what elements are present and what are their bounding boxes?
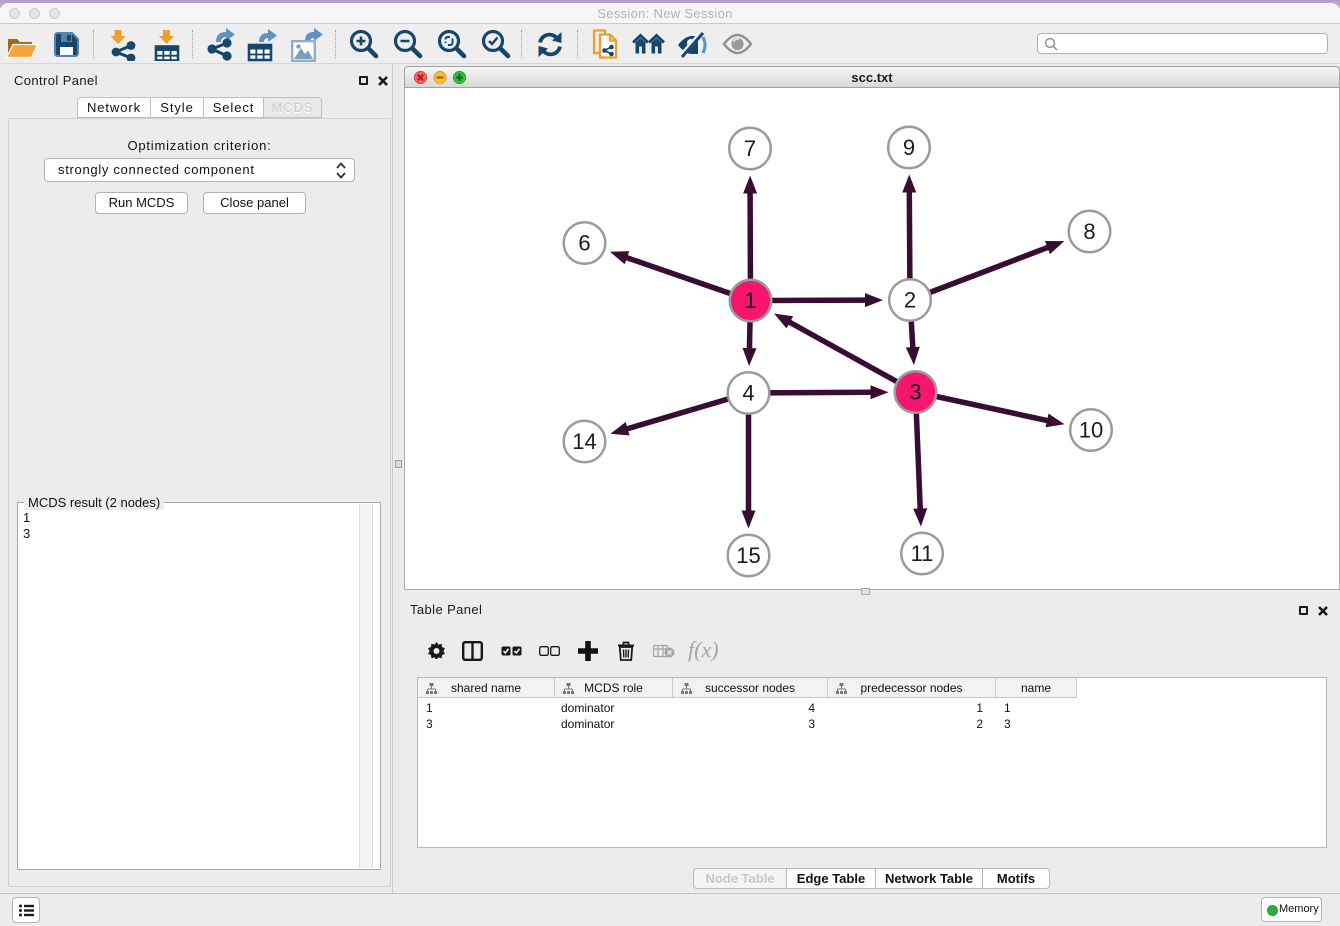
- svg-text:11: 11: [911, 541, 934, 566]
- svg-text:3: 3: [909, 380, 921, 405]
- svg-text:6: 6: [578, 231, 590, 256]
- svg-text:14: 14: [572, 429, 596, 454]
- svg-text:8: 8: [1083, 219, 1095, 244]
- svg-text:4: 4: [742, 381, 754, 406]
- svg-text:7: 7: [744, 136, 756, 161]
- svg-text:2: 2: [904, 288, 916, 313]
- svg-text:10: 10: [1079, 418, 1103, 443]
- svg-text:1: 1: [744, 288, 756, 313]
- svg-text:15: 15: [736, 543, 760, 568]
- svg-text:9: 9: [903, 135, 915, 160]
